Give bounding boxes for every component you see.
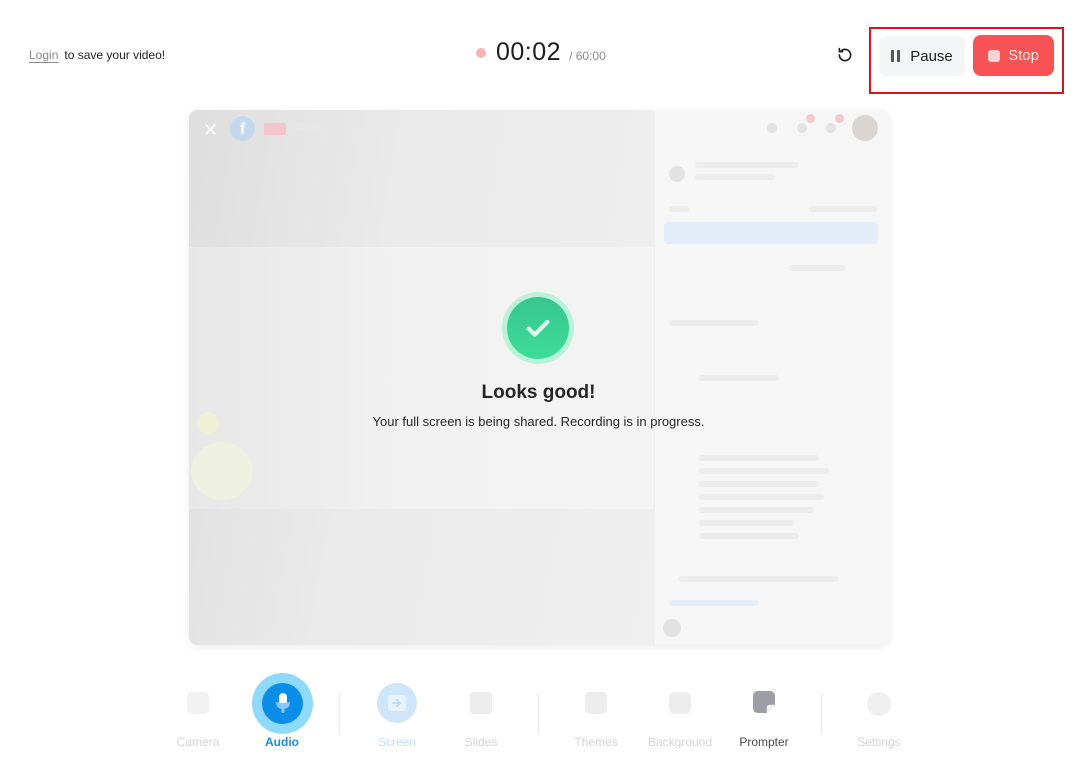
preview-page-avatar <box>669 166 685 182</box>
preview-text-line <box>789 265 845 271</box>
toolbar-themes-label: Themes <box>574 735 618 749</box>
preview-text-line <box>695 162 799 168</box>
preview-text-line <box>699 468 829 474</box>
login-prompt: Login to save your video! <box>29 48 165 62</box>
preview-facebook-icon: f <box>230 116 255 141</box>
preview-text-line <box>669 600 759 606</box>
preview-close-icon: ✕ <box>203 120 219 140</box>
success-title: Looks good! <box>481 382 596 403</box>
preview-live-badge <box>264 123 286 135</box>
preview-text-line <box>699 507 814 513</box>
stop-icon <box>988 49 1001 62</box>
checkmark-icon <box>526 319 550 337</box>
toolbar-audio-button[interactable] <box>252 673 313 734</box>
screen-preview: ✕ f <box>189 110 890 645</box>
slides-icon <box>470 692 492 714</box>
recording-timer: 00:02 / 60:00 <box>476 38 606 67</box>
preview-text-line <box>669 320 759 326</box>
preview-video-frame <box>189 247 654 509</box>
pause-label: Pause <box>910 47 953 65</box>
preview-text-line <box>679 576 839 582</box>
toolbar-prompter[interactable]: Prompter <box>724 680 804 749</box>
toolbar-divider <box>339 694 340 734</box>
restart-button[interactable] <box>834 44 856 66</box>
toolbar-background[interactable]: Background <box>640 680 720 749</box>
preview-text-line <box>669 206 689 212</box>
toolbar-divider <box>821 694 822 734</box>
stop-label: Stop <box>1008 47 1039 64</box>
preview-text-line <box>695 174 775 180</box>
success-badge <box>502 292 574 364</box>
preview-follow-button <box>664 222 878 244</box>
preview-video-overlay <box>191 442 253 500</box>
preview-text-line <box>699 494 824 500</box>
toolbar-screen-label: Screen <box>377 735 417 749</box>
preview-bell-icon <box>826 123 836 133</box>
toolbar-camera[interactable]: Camera <box>158 680 238 749</box>
preview-text-line <box>699 481 819 487</box>
toolbar-screen-button[interactable] <box>377 683 417 723</box>
preview-badge <box>806 114 815 123</box>
themes-icon <box>585 692 607 714</box>
toolbar-settings[interactable]: Settings <box>839 680 919 749</box>
login-link[interactable]: Login <box>29 48 58 62</box>
restart-icon <box>838 47 852 62</box>
preview-text-line <box>699 455 819 461</box>
toolbar-settings-label: Settings <box>857 735 901 749</box>
preview-text-line <box>699 375 779 381</box>
login-prompt-text: to save your video! <box>64 48 166 62</box>
toolbar-audio-label: Audio <box>265 735 299 749</box>
toolbar-divider <box>538 694 539 734</box>
preview-comment-avatar <box>663 619 681 637</box>
toolbar-slides[interactable]: Slides <box>441 680 521 749</box>
preview-view-count <box>294 123 320 131</box>
timer-limit: / 60:00 <box>569 48 606 63</box>
preview-avatar <box>852 115 878 141</box>
toolbar-slides-label: Slides <box>464 735 498 749</box>
preview-messenger-icon <box>797 123 807 133</box>
camera-icon <box>187 692 209 714</box>
toolbar-prompter-label: Prompter <box>739 735 789 749</box>
stop-button[interactable]: Stop <box>973 35 1054 76</box>
preview-text-line <box>699 520 794 526</box>
preview-text-line <box>699 533 799 539</box>
preview-badge <box>835 114 844 123</box>
pause-button[interactable]: Pause <box>879 36 965 76</box>
toolbar-camera-label: Camera <box>176 735 220 749</box>
preview-plus-icon <box>767 123 777 133</box>
timer-elapsed: 00:02 <box>496 38 562 66</box>
toolbar-background-label: Background <box>647 735 713 749</box>
pause-icon <box>891 50 901 62</box>
recording-dot-icon <box>476 47 486 58</box>
success-message: Your full screen is being shared. Record… <box>372 414 705 429</box>
microphone-icon <box>275 692 290 713</box>
preview-text-line <box>809 206 877 212</box>
prompter-icon <box>753 691 775 713</box>
toolbar-themes[interactable]: Themes <box>556 680 636 749</box>
screen-share-icon <box>388 695 406 711</box>
settings-icon <box>867 692 891 716</box>
background-icon <box>669 692 691 714</box>
